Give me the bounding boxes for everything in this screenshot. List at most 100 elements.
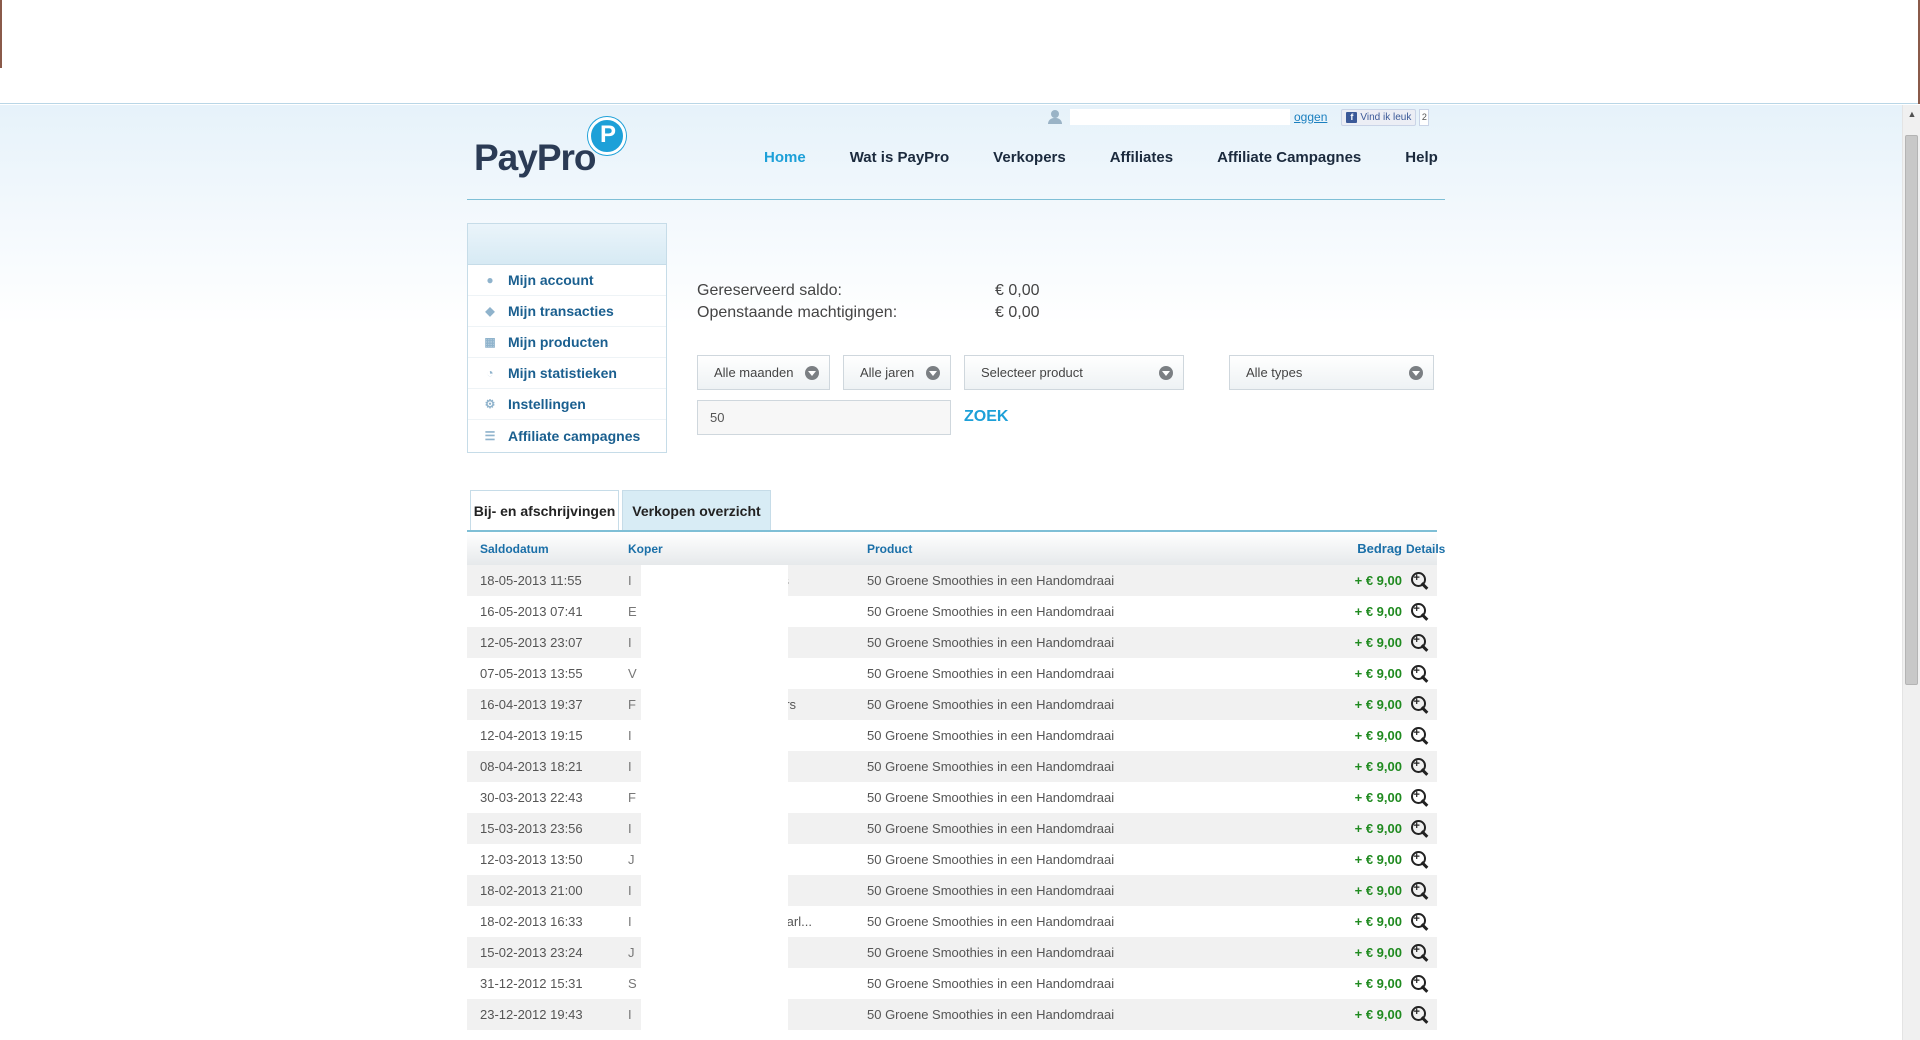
nav-home[interactable]: Home	[764, 149, 806, 166]
top-user-bar: oggen f Vind ik leuk 2	[1048, 107, 1430, 127]
sidebar-item-affiliate-campagnes[interactable]: ☰ Affiliate campagnes	[468, 420, 666, 451]
row-product: 50 Groene Smoothies in een Handomdraai	[867, 852, 1115, 867]
zoom-in-icon[interactable]: +	[1410, 633, 1430, 653]
row-date: 18-02-2013 16:33	[480, 914, 583, 929]
row-date: 12-04-2013 19:15	[480, 728, 583, 743]
row-date: 18-05-2013 11:55	[480, 573, 582, 588]
table-row: 12-03-2013 13:50 J 50 Groene Smoothies in …	[467, 844, 1437, 875]
row-product: 50 Groene Smoothies in een Handomdraai	[867, 790, 1115, 805]
row-amount: + € 9,00	[1354, 945, 1402, 960]
page-scrollbar[interactable]: ▲	[1902, 105, 1920, 1040]
zoom-in-icon[interactable]: +	[1410, 943, 1430, 963]
facebook-icon: f	[1346, 111, 1358, 123]
zoom-in-icon[interactable]: +	[1410, 695, 1430, 715]
table-row: 07-05-2013 13:55 V 50 Groene Smoothies in …	[467, 658, 1437, 689]
year-select[interactable]: Alle jaren	[843, 355, 951, 390]
header-buyer[interactable]: Koper	[628, 542, 867, 556]
redacted-buyer-names	[641, 565, 788, 1040]
grid-icon: ▦	[484, 335, 496, 349]
row-amount: + € 9,00	[1354, 573, 1402, 588]
row-product: 50 Groene Smoothies in een Handomdraai	[867, 914, 1115, 929]
zoom-in-icon[interactable]: +	[1410, 757, 1430, 777]
header-date[interactable]: Saldodatum	[467, 542, 628, 556]
buyer-name-initial: I	[628, 727, 632, 743]
header-product[interactable]: Product	[867, 542, 1302, 556]
logo-wordmark: PayPro	[474, 137, 597, 178]
row-date: 07-05-2013 13:55	[480, 666, 583, 681]
nav-help[interactable]: Help	[1405, 149, 1438, 166]
zoom-in-icon[interactable]: +	[1410, 881, 1430, 901]
row-details: +	[1402, 912, 1437, 932]
page: oggen f Vind ik leuk 2 PayPro Home Wat i…	[0, 105, 1902, 1040]
main-nav: Home Wat is PayPro Verkopers Affiliates …	[764, 149, 1438, 166]
zoom-in-icon[interactable]: +	[1410, 571, 1430, 591]
month-select[interactable]: Alle maanden	[697, 355, 830, 390]
logout-link[interactable]: oggen	[1294, 110, 1327, 124]
row-amount: + € 9,00	[1354, 666, 1402, 681]
search-button[interactable]: ZOEK	[964, 408, 1008, 426]
row-details: +	[1402, 726, 1437, 746]
sidebar-item-mijn-producten[interactable]: ▦ Mijn producten	[468, 327, 666, 358]
zoom-in-icon[interactable]: +	[1410, 974, 1430, 994]
browser-blank-area	[0, 0, 1920, 104]
zoom-in-icon[interactable]: +	[1410, 726, 1430, 746]
results-per-page-input[interactable]: 50	[697, 400, 951, 435]
chevron-down-icon	[805, 366, 819, 380]
facebook-like-button[interactable]: f Vind ik leuk	[1341, 108, 1417, 126]
row-amount: + € 9,00	[1354, 728, 1402, 743]
row-details: +	[1402, 850, 1437, 870]
sidebar-item-label: Mijn producten	[508, 334, 609, 350]
row-details: +	[1402, 943, 1437, 963]
zoom-in-icon[interactable]: +	[1410, 1005, 1430, 1025]
table-row: 12-04-2013 19:15 I 50 Groene Smoothies in …	[467, 720, 1437, 751]
row-amount: + € 9,00	[1354, 821, 1402, 836]
row-product: 50 Groene Smoothies in een Handomdraai	[867, 666, 1115, 681]
facebook-like-label: Vind ik leuk	[1360, 111, 1412, 123]
row-details: +	[1402, 664, 1437, 684]
scroll-up-arrow[interactable]: ▲	[1903, 105, 1920, 123]
sidebar-item-mijn-statistieken[interactable]: ◔ Mijn statistieken	[468, 358, 666, 389]
zoom-in-icon[interactable]: +	[1410, 912, 1430, 932]
zoom-in-icon[interactable]: +	[1410, 819, 1430, 839]
product-select[interactable]: Selecteer product	[964, 355, 1184, 390]
zoom-in-icon[interactable]: +	[1410, 788, 1430, 808]
tab-bij-en-afschrijvingen[interactable]: Bij- en afschrijvingen	[470, 490, 619, 530]
zoom-in-icon[interactable]: +	[1410, 602, 1430, 622]
scrollbar-thumb[interactable]	[1905, 135, 1918, 685]
row-date: 12-05-2013 23:07	[480, 635, 583, 650]
transactions-table: Saldodatum Koper Product Bedrag Details …	[467, 532, 1445, 1030]
table-row: 18-05-2013 11:55Irs50 Groene Smoothies i…	[467, 565, 1437, 596]
row-details: +	[1402, 757, 1437, 777]
tab-verkopen-overzicht[interactable]: Verkopen overzicht	[622, 490, 771, 530]
row-amount: + € 9,00	[1354, 604, 1402, 619]
type-select[interactable]: Alle types	[1229, 355, 1434, 390]
zoom-in-icon[interactable]: +	[1410, 850, 1430, 870]
row-details: +	[1402, 881, 1437, 901]
sidebar-item-mijn-transacties[interactable]: ◆ Mijn transacties	[468, 296, 666, 327]
buyer-name-initial: I	[628, 882, 632, 898]
nav-affiliate-campagnes[interactable]: Affiliate Campagnes	[1217, 149, 1361, 166]
row-details: +	[1402, 602, 1437, 622]
sidebar-header	[468, 224, 666, 265]
table-header: Saldodatum Koper Product Bedrag Details	[467, 532, 1445, 565]
sidebar-item-mijn-account[interactable]: ● Mijn account	[468, 265, 666, 296]
sidebar-item-label: Instellingen	[508, 396, 586, 412]
zoom-in-icon[interactable]: +	[1410, 664, 1430, 684]
row-product: 50 Groene Smoothies in een Handomdraai	[867, 759, 1115, 774]
nav-wat-is-paypro[interactable]: Wat is PayPro	[850, 149, 949, 166]
header-amount[interactable]: Bedrag	[1302, 541, 1402, 556]
logo-icon	[588, 117, 626, 155]
nav-affiliates[interactable]: Affiliates	[1110, 149, 1173, 166]
sidebar-item-label: Affiliate campagnes	[508, 427, 641, 444]
row-amount: + € 9,00	[1354, 883, 1402, 898]
row-amount: + € 9,00	[1354, 635, 1402, 650]
row-amount: + € 9,00	[1354, 852, 1402, 867]
nav-verkopers[interactable]: Verkopers	[993, 149, 1066, 166]
sidebar-item-instellingen[interactable]: ⚙ Instellingen	[468, 389, 666, 420]
row-details: +	[1402, 788, 1437, 808]
paypro-logo[interactable]: PayPro	[474, 117, 634, 178]
user-icon	[1048, 110, 1062, 124]
row-product: 50 Groene Smoothies in een Handomdraai	[867, 945, 1115, 960]
pie-chart-icon: ◔	[486, 366, 494, 380]
row-product: 50 Groene Smoothies in een Handomdraai	[867, 697, 1115, 712]
